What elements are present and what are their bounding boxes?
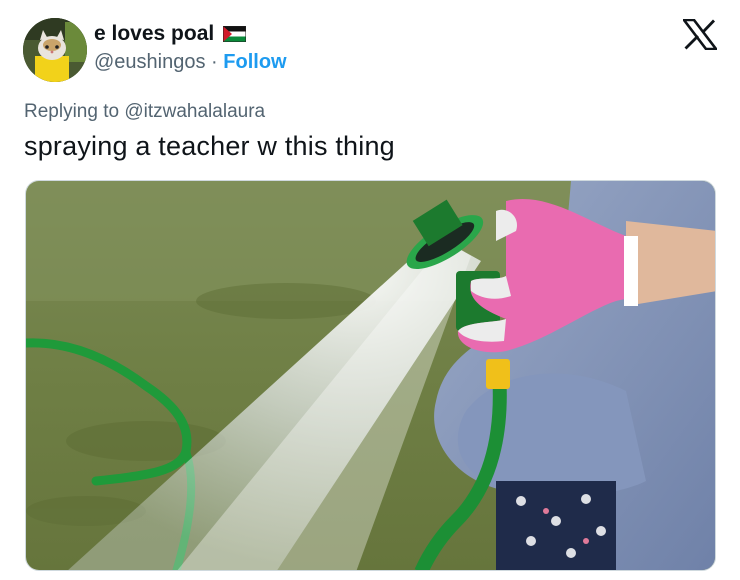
follow-button[interactable]: Follow — [223, 51, 286, 73]
replying-to-line: Replying to @itzwahalalaura — [24, 101, 265, 123]
display-name[interactable]: e loves poal — [94, 22, 214, 46]
handle-separator: · — [205, 51, 224, 73]
x-logo-icon[interactable] — [683, 19, 717, 50]
cat-avatar-icon — [23, 18, 87, 82]
reply-handle[interactable]: @itzwahalalaura — [124, 101, 265, 122]
handle-row: @eushingos · Follow — [94, 51, 287, 74]
hose-spray-photo-icon — [26, 181, 715, 570]
tweet-text: spraying a teacher w this thing — [24, 131, 395, 161]
tweet-media[interactable] — [25, 180, 716, 571]
author-name-row: e loves poal — [94, 22, 247, 46]
author-handle[interactable]: @eushingos — [94, 51, 205, 73]
reply-prefix: Replying to — [24, 101, 125, 122]
palestine-flag-icon — [223, 26, 247, 42]
avatar[interactable] — [23, 18, 87, 82]
